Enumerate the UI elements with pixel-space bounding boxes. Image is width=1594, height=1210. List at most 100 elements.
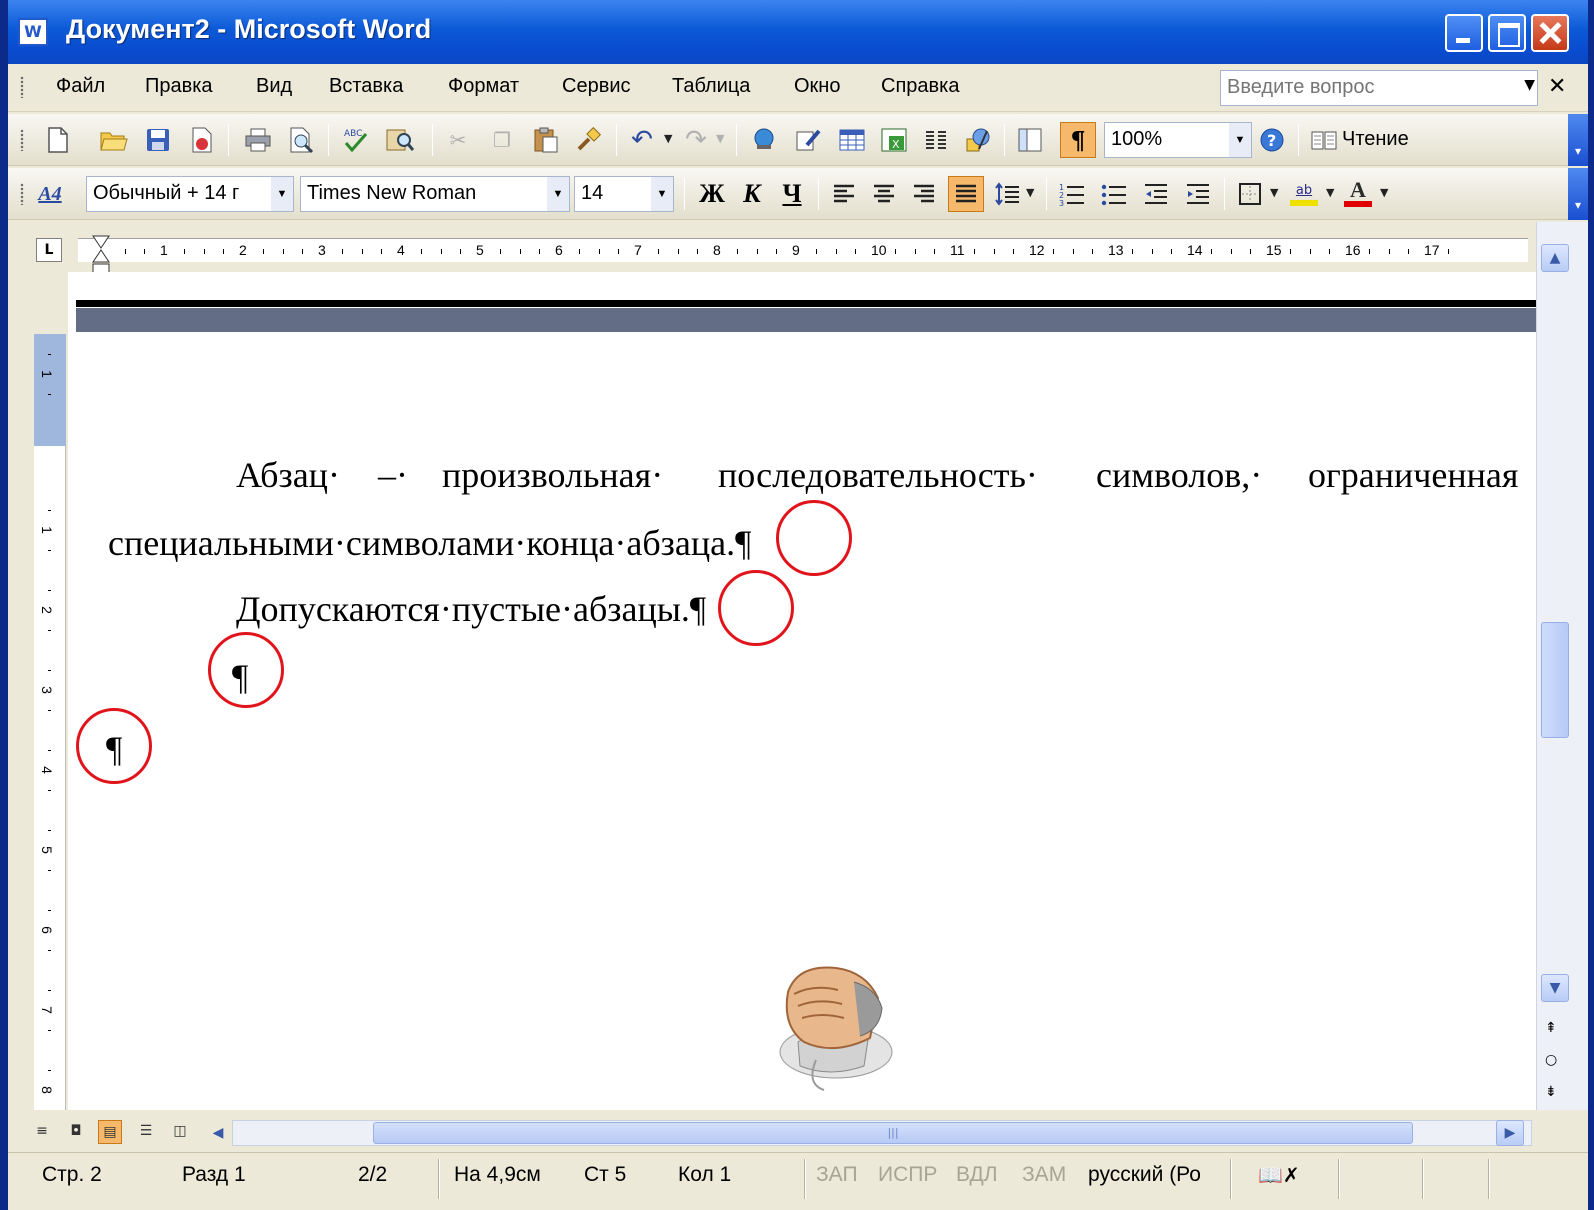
styles-formatting-icon[interactable]: A4 <box>36 180 64 208</box>
align-center-icon[interactable] <box>870 180 898 208</box>
menu-insert[interactable]: Вставка <box>329 75 403 98</box>
scroll-up-icon[interactable]: ▲ <box>1541 244 1569 272</box>
borders-dropdown-icon[interactable]: ▼ <box>1270 186 1278 199</box>
toolbar-grip[interactable] <box>20 183 24 205</box>
drawing-icon[interactable] <box>964 126 992 154</box>
align-right-icon[interactable] <box>910 180 938 208</box>
print-layout-view-icon[interactable]: ▤ <box>98 1120 122 1144</box>
select-browse-object-icon[interactable]: ○ <box>1545 1052 1557 1068</box>
spelling-icon[interactable]: ABC <box>342 126 370 154</box>
menu-window[interactable]: Окно <box>794 75 840 98</box>
status-trk[interactable]: ИСПР <box>878 1163 937 1187</box>
undo-dropdown-icon[interactable]: ▼ <box>664 132 672 145</box>
copy-icon[interactable]: ❐ <box>488 126 516 154</box>
menu-tools[interactable]: Сервис <box>562 75 631 98</box>
columns-icon[interactable] <box>922 126 950 154</box>
borders-icon[interactable] <box>1236 180 1264 208</box>
ask-question-input[interactable] <box>1221 71 1501 103</box>
bold-button[interactable]: Ж <box>698 179 726 208</box>
print-icon[interactable] <box>244 126 272 154</box>
show-formatting-icon[interactable]: ¶ <box>1060 122 1096 158</box>
scroll-right-icon[interactable]: ▶ <box>1496 1120 1524 1146</box>
format-painter-icon[interactable] <box>574 126 602 154</box>
horizontal-scroll-thumb[interactable]: ||| <box>373 1122 1413 1144</box>
zoom-combo[interactable]: 100% ▼ <box>1104 122 1252 158</box>
redo-icon[interactable]: ↷ <box>682 126 710 154</box>
insert-table-icon[interactable] <box>838 126 866 154</box>
open-icon[interactable] <box>100 126 128 154</box>
cut-icon[interactable]: ✂ <box>444 126 472 154</box>
minimize-button[interactable] <box>1445 14 1483 52</box>
italic-button[interactable]: К <box>738 179 766 208</box>
paste-icon[interactable] <box>532 126 560 154</box>
menu-edit[interactable]: Правка <box>145 75 213 98</box>
horizontal-ruler[interactable]: 1 2 3 4 5 6 7 8 9 10 11 12 13 14 15 16 17 <box>78 238 1528 262</box>
indent-marker-icon[interactable] <box>90 230 112 278</box>
close-document-icon[interactable]: ✕ <box>1548 74 1566 99</box>
maximize-button[interactable] <box>1488 14 1526 52</box>
menu-table[interactable]: Таблица <box>672 75 750 98</box>
hyperlink-icon[interactable] <box>750 126 778 154</box>
document-page[interactable]: Абзац· –· произвольная· последовательнос… <box>68 272 1536 1110</box>
numbering-icon[interactable]: 123 <box>1058 180 1086 208</box>
insert-excel-icon[interactable]: X <box>880 126 908 154</box>
web-layout-view-icon[interactable]: ◘ <box>64 1120 88 1144</box>
permission-icon[interactable] <box>188 126 216 154</box>
research-icon[interactable] <box>386 126 414 154</box>
status-ext[interactable]: ВДЛ <box>956 1163 998 1187</box>
scroll-down-icon[interactable]: ▼ <box>1541 974 1569 1002</box>
reading-layout-view-icon[interactable]: ◫ <box>168 1120 192 1144</box>
font-size-dropdown-icon[interactable]: ▼ <box>651 177 673 211</box>
next-page-icon[interactable]: ⇟ <box>1545 1084 1557 1100</box>
font-size-combo[interactable]: 14 ▼ <box>574 176 674 212</box>
toolbar-options-icon[interactable]: ▾ <box>1568 168 1588 220</box>
font-dropdown-icon[interactable]: ▼ <box>547 177 569 211</box>
undo-icon[interactable]: ↶ <box>628 126 656 154</box>
increase-indent-icon[interactable] <box>1184 180 1212 208</box>
style-combo[interactable]: Обычный + 14 г ▼ <box>86 176 294 212</box>
print-preview-icon[interactable] <box>288 126 316 154</box>
save-icon[interactable] <box>144 126 172 154</box>
menu-grip[interactable] <box>20 76 24 98</box>
highlight-dropdown-icon[interactable]: ▼ <box>1326 186 1334 199</box>
line-spacing-icon[interactable] <box>994 180 1022 208</box>
vertical-ruler[interactable]: 1 1 2 3 4 5 6 7 8 <box>34 334 66 1110</box>
read-icon[interactable] <box>1310 126 1338 154</box>
decrease-indent-icon[interactable] <box>1142 180 1170 208</box>
menu-file[interactable]: Файл <box>56 75 105 98</box>
previous-page-icon[interactable]: ⇞ <box>1545 1020 1557 1036</box>
status-ovr[interactable]: ЗАМ <box>1022 1163 1066 1187</box>
scroll-left-icon[interactable]: ◀ <box>208 1120 228 1146</box>
vertical-scroll-thumb[interactable] <box>1541 622 1569 738</box>
align-left-icon[interactable] <box>830 180 858 208</box>
bullets-icon[interactable] <box>1100 180 1128 208</box>
dropdown-arrow-icon[interactable]: ▼ <box>1524 77 1535 93</box>
status-rec[interactable]: ЗАП <box>816 1163 858 1187</box>
help-icon[interactable]: ? <box>1258 126 1286 154</box>
font-color-dropdown-icon[interactable]: ▼ <box>1380 186 1388 199</box>
tables-borders-icon[interactable] <box>794 126 822 154</box>
read-button-label[interactable]: Чтение <box>1342 128 1409 151</box>
close-button[interactable] <box>1531 14 1569 52</box>
new-icon[interactable] <box>44 126 72 154</box>
justify-icon[interactable] <box>948 176 984 212</box>
font-combo[interactable]: Times New Roman ▼ <box>300 176 570 212</box>
tab-selector-icon[interactable]: L <box>36 238 62 262</box>
normal-view-icon[interactable]: ≡ <box>30 1120 54 1144</box>
horizontal-scrollbar[interactable]: ||| <box>232 1120 1532 1146</box>
line-spacing-dropdown-icon[interactable]: ▼ <box>1026 186 1034 199</box>
toolbar-grip[interactable] <box>20 129 24 151</box>
outline-view-icon[interactable]: ☰ <box>134 1120 158 1144</box>
document-map-icon[interactable] <box>1016 126 1044 154</box>
word-app-icon[interactable]: W <box>18 18 48 46</box>
redo-dropdown-icon[interactable]: ▼ <box>716 132 724 145</box>
zoom-dropdown-icon[interactable]: ▼ <box>1229 123 1251 157</box>
vertical-scrollbar[interactable]: ▲ ▼ ⇞ ○ ⇟ <box>1536 222 1588 1110</box>
style-dropdown-icon[interactable]: ▼ <box>271 177 293 211</box>
toolbar-options-icon[interactable]: ▾ <box>1568 114 1588 166</box>
ask-question-box[interactable]: ▼ <box>1220 70 1538 106</box>
menu-help[interactable]: Справка <box>881 75 959 98</box>
menu-view[interactable]: Вид <box>256 75 292 98</box>
font-color-icon[interactable]: A <box>1344 179 1372 208</box>
spelling-status-icon[interactable]: 📖✗ <box>1258 1163 1300 1188</box>
